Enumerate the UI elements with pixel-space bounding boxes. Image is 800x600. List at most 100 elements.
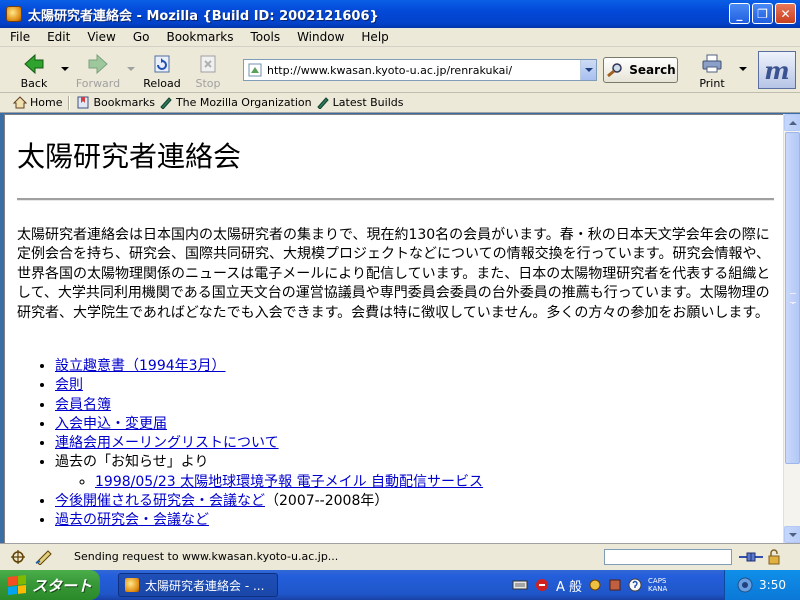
taskbar-item-mozilla[interactable]: 太陽研究者連絡会 - ... <box>118 573 278 597</box>
stop-icon <box>200 55 216 73</box>
personal-toolbar: Home Bookmarks The Mozilla Organization … <box>0 93 800 113</box>
link-past-meetings[interactable]: 過去の研究会・会議など <box>55 512 209 528</box>
component-bar-navigator-icon[interactable] <box>8 549 28 565</box>
list-item: 会則 <box>55 376 761 395</box>
past-news-label: 過去の「お知らせ」より <box>55 454 209 471</box>
print-dropdown-arrow-icon[interactable] <box>739 67 747 71</box>
search-button[interactable]: Search <box>603 57 678 83</box>
print-button[interactable]: Print <box>690 50 734 90</box>
windows-taskbar: スタート 太陽研究者連絡会 - ... A 般 CAPS KANA 3:50 <box>0 570 800 600</box>
ime-help-icon <box>628 578 642 592</box>
taskbar-item-label: 太陽研究者連絡会 - ... <box>145 578 265 593</box>
minimize-button[interactable]: _ <box>729 3 750 24</box>
bookmark-item-icon <box>316 97 329 109</box>
caps-kana-indicator: CAPS KANA <box>648 577 667 593</box>
page-favicon-icon <box>248 63 262 77</box>
bookmarks-icon <box>77 96 89 109</box>
url-history-dropdown-button[interactable] <box>580 60 596 80</box>
url-bar[interactable]: http://www.kwasan.kyoto-u.ac.jp/renrakuk… <box>243 59 597 81</box>
mozilla-throbber-logo[interactable]: m <box>758 51 796 89</box>
system-tray: 3:50 <box>724 570 800 600</box>
status-bar: Sending request to www.kwasan.kyoto-u.ac… <box>0 543 800 570</box>
bookmarks-button[interactable]: Bookmarks <box>76 96 155 109</box>
status-text: Sending request to www.kwasan.kyoto-u.ac… <box>74 550 339 563</box>
bookmarks-label: Bookmarks <box>93 96 155 109</box>
link-bylaws[interactable]: 会則 <box>55 377 83 393</box>
vertical-scrollbar[interactable] <box>783 114 800 543</box>
scroll-thumb[interactable] <box>785 132 800 464</box>
volume-speaker-icon[interactable] <box>737 577 753 593</box>
bookmark-item-icon <box>160 97 172 109</box>
toolbar-separator <box>68 95 71 110</box>
bookmark-mozilla-org[interactable]: The Mozilla Organization <box>159 96 312 109</box>
back-dropdown-arrow-icon[interactable] <box>61 67 69 71</box>
reload-button[interactable]: Reload <box>140 50 184 90</box>
forward-button[interactable]: Forward <box>74 50 122 90</box>
stop-button[interactable]: Stop <box>186 50 230 90</box>
link-mailing-list[interactable]: 連絡会用メーリングリストについて <box>55 435 279 451</box>
bookmark-latest-builds-label: Latest Builds <box>332 96 404 109</box>
brand-letter: m <box>764 55 790 85</box>
forward-arrow-icon <box>88 53 108 75</box>
heading-rule <box>17 198 774 201</box>
home-button[interactable]: Home <box>13 96 62 109</box>
ime-mode-indicator: A 般 <box>556 579 583 595</box>
start-button[interactable]: スタート <box>0 570 100 600</box>
search-label: Search <box>629 63 676 77</box>
start-label: スタート <box>32 576 93 595</box>
close-button[interactable]: ✕ <box>775 3 796 24</box>
list-item: 会員名簿 <box>55 396 761 415</box>
list-item: 設立趣意書（1994年3月） <box>55 357 761 376</box>
bookmark-latest-builds[interactable]: Latest Builds <box>316 96 404 109</box>
progress-meter <box>604 549 732 565</box>
menu-go[interactable]: Go <box>123 30 157 44</box>
menu-window[interactable]: Window <box>287 30 351 44</box>
link-membership-application[interactable]: 入会申込・変更届 <box>55 416 167 432</box>
online-connection-icon[interactable] <box>738 550 764 564</box>
upcoming-meetings-years: （2007--2008年） <box>265 493 389 510</box>
component-bar-composer-icon[interactable] <box>34 549 54 565</box>
reload-label: Reload <box>143 77 181 90</box>
link-forecast-email-service[interactable]: 1998/05/23 太陽地球環境予報 電子メイル 自動配信サービス <box>95 474 483 490</box>
list-item: 今後開催される研究会・会議など（2007--2008年） <box>55 492 761 511</box>
scroll-down-button[interactable] <box>784 526 800 543</box>
forward-dropdown-arrow-icon[interactable] <box>127 67 135 71</box>
scroll-up-button[interactable] <box>784 114 800 131</box>
home-icon <box>13 96 27 109</box>
security-lock-icon[interactable] <box>766 548 782 566</box>
list-item: 入会申込・変更届 <box>55 415 761 434</box>
ime-settings-icon <box>589 579 601 591</box>
bookmark-mozilla-org-label: The Mozilla Organization <box>175 96 312 109</box>
menu-file[interactable]: File <box>0 30 37 44</box>
window-titlebar[interactable]: 太陽研究者連絡会 - Mozilla {Build ID: 2002121606… <box>0 0 800 28</box>
back-button[interactable]: Back <box>12 50 56 90</box>
past-news-sublist: 1998/05/23 太陽地球環境予報 電子メイル 自動配信サービス <box>81 473 761 492</box>
menu-bar: File Edit View Go Bookmarks Tools Window… <box>0 28 800 47</box>
menu-tools[interactable]: Tools <box>241 30 288 44</box>
clock[interactable]: 3:50 <box>759 578 786 592</box>
link-prospectus[interactable]: 設立趣意書（1994年3月） <box>55 358 226 374</box>
home-label: Home <box>30 96 63 109</box>
menu-view[interactable]: View <box>77 30 122 44</box>
maximize-button[interactable]: ❐ <box>752 3 773 24</box>
link-member-list[interactable]: 会員名簿 <box>55 397 111 413</box>
link-list: 設立趣意書（1994年3月） 会則 会員名簿 入会申込・変更届 連絡会用メーリン… <box>41 357 761 531</box>
list-item: 1998/05/23 太陽地球環境予報 電子メイル 自動配信サービス <box>95 473 761 492</box>
list-item: 過去の研究会・会議など <box>55 511 761 530</box>
ime-language-bar[interactable]: A 般 CAPS KANA <box>512 575 667 595</box>
windows-flag-icon <box>8 575 26 595</box>
menu-bookmarks[interactable]: Bookmarks <box>156 30 240 44</box>
search-magnifier-icon <box>607 63 623 78</box>
mozilla-app-icon <box>6 6 22 22</box>
menu-edit[interactable]: Edit <box>37 30 77 44</box>
window-controls: _ ❐ ✕ <box>729 3 796 24</box>
url-input[interactable]: http://www.kwasan.kyoto-u.ac.jp/renrakuk… <box>267 64 580 77</box>
reload-icon <box>154 55 170 73</box>
link-upcoming-meetings[interactable]: 今後開催される研究会・会議など <box>55 493 265 509</box>
list-item: 過去の「お知らせ」より 1998/05/23 太陽地球環境予報 電子メイル 自動… <box>55 453 761 492</box>
menu-help[interactable]: Help <box>351 30 395 44</box>
list-item: 連絡会用メーリングリストについて <box>55 434 761 453</box>
window-title: 太陽研究者連絡会 - Mozilla {Build ID: 2002121606… <box>28 8 379 24</box>
intro-paragraph: 太陽研究者連絡会は日本国内の太陽研究者の集まりで、現在約130名の会員がいます。… <box>17 227 771 321</box>
forward-label: Forward <box>75 77 121 90</box>
